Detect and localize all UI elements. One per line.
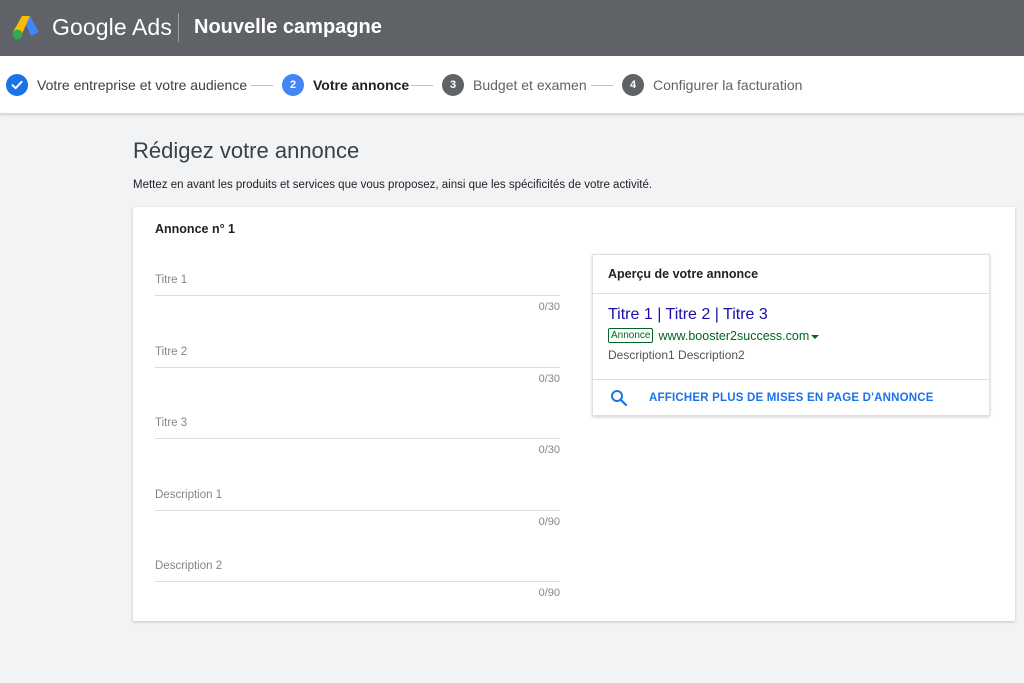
step-billing[interactable]: 4 Configurer la facturation (622, 56, 802, 114)
field-label: Titre 3 (155, 417, 188, 429)
headline-2-input[interactable] (155, 346, 560, 368)
preview-url-row: Annonce www.booster2success.com (608, 328, 974, 343)
step-number: 3 (442, 74, 464, 96)
step-connector (251, 85, 273, 86)
ad-number-title: Annonce n° 1 (155, 222, 236, 236)
step-number: 2 (282, 74, 304, 96)
search-icon (611, 390, 628, 407)
headline-3-input[interactable] (155, 417, 560, 439)
step-number: 4 (622, 74, 644, 96)
step-your-ad[interactable]: 2 Votre annonce (282, 56, 409, 114)
description-1-field: Description 1 0/90 (155, 489, 560, 539)
campaign-stepper: Votre entreprise et votre audience 2 Vot… (0, 56, 1024, 114)
preview-body: Titre 1 | Titre 2 | Titre 3 Annonce www.… (593, 294, 989, 380)
field-label: Titre 1 (155, 274, 188, 286)
ad-preview-panel: Aperçu de votre annonce Titre 1 | Titre … (592, 254, 990, 416)
campaign-title: Nouvelle campagne (194, 16, 382, 38)
headline-3-field: Titre 3 0/30 (155, 417, 560, 467)
char-counter: 0/30 (538, 444, 560, 456)
field-label: Titre 2 (155, 346, 188, 358)
step-label: Configurer la facturation (653, 77, 803, 93)
step-connector (591, 85, 613, 86)
step-label: Votre entreprise et votre audience (37, 77, 248, 93)
char-counter: 0/90 (538, 587, 560, 599)
preview-display-url: www.booster2success.com (658, 328, 810, 343)
preview-description: Description1 Description2 (608, 348, 745, 362)
header-divider (178, 13, 179, 42)
ad-editor-card: Annonce n° 1 Titre 1 0/30 Titre 2 0/30 T… (133, 207, 1015, 621)
preview-title: Aperçu de votre annonce (593, 255, 989, 294)
check-icon (6, 74, 28, 96)
top-app-bar: Google Ads Nouvelle campagne (0, 0, 1024, 56)
page-subtitle: Mettez en avant les produits et services… (133, 179, 653, 191)
step-label: Budget et examen (473, 77, 587, 93)
char-counter: 0/90 (538, 516, 560, 528)
char-counter: 0/30 (538, 301, 560, 313)
step-business-audience[interactable]: Votre entreprise et votre audience (6, 56, 247, 114)
google-ads-logo-icon (12, 16, 39, 40)
step-budget-review[interactable]: 3 Budget et examen (442, 56, 587, 114)
description-2-field: Description 2 0/90 (155, 560, 560, 610)
page-title: Rédigez votre annonce (133, 138, 360, 163)
caret-down-icon (811, 334, 820, 339)
step-label: Votre annonce (313, 77, 410, 93)
preview-headline: Titre 1 | Titre 2 | Titre 3 (608, 306, 768, 323)
char-counter: 0/30 (538, 373, 560, 385)
more-layouts-label: AFFICHER PLUS DE MISES EN PAGE D'ANNONCE (649, 392, 934, 404)
headline-1-field: Titre 1 0/30 (155, 274, 560, 324)
ad-badge: Annonce (608, 328, 654, 343)
step-connector (411, 85, 433, 86)
field-label: Description 2 (155, 560, 223, 572)
headline-2-field: Titre 2 0/30 (155, 346, 560, 396)
brand-name: Google Ads (52, 14, 172, 40)
field-label: Description 1 (155, 489, 223, 501)
more-layouts-button[interactable]: AFFICHER PLUS DE MISES EN PAGE D'ANNONCE (593, 380, 989, 416)
headline-1-input[interactable] (155, 274, 560, 296)
